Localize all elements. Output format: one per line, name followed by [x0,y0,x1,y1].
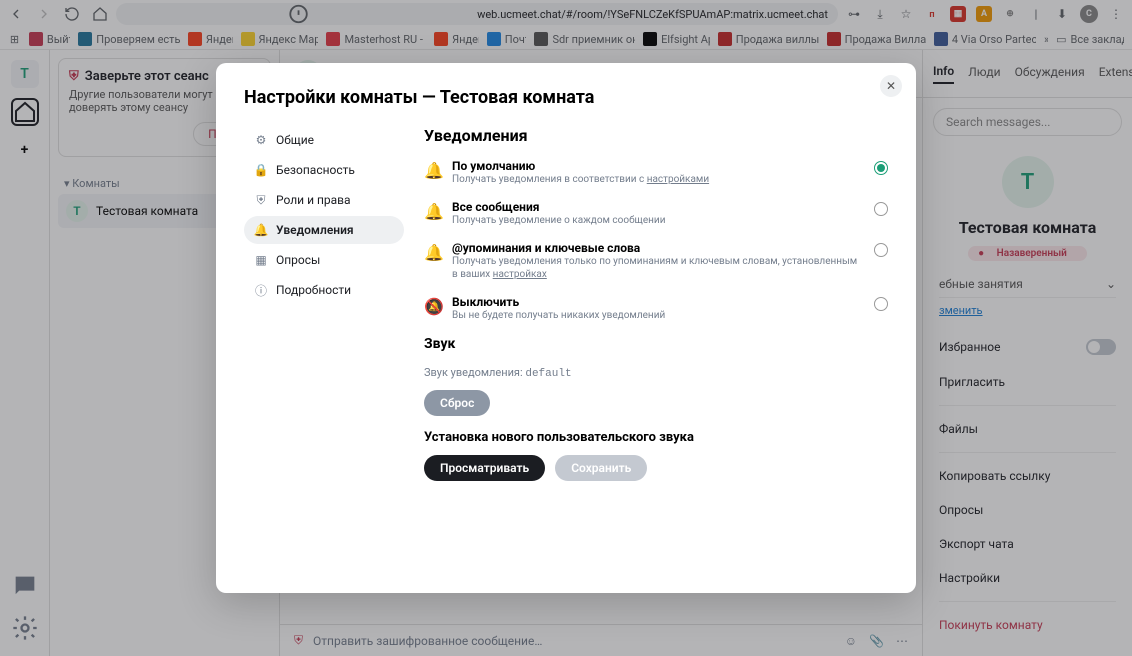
notif-option-off[interactable]: 🔕 Выключить Вы не будете получать никаки… [424,295,888,322]
option-desc: Получать уведомления только по упоминани… [452,255,864,281]
modal-title: Настройки комнаты — Тестовая комната [244,87,888,108]
option-title: Все сообщения [452,200,864,214]
gear-icon: ⚙ [254,133,268,147]
notif-option-mentions[interactable]: 🔔 @упоминания и ключевые слова Получать … [424,241,888,281]
option-desc: Получать уведомления в соответствии с на… [452,173,864,186]
bell-dot-icon: 🔔 [424,243,442,262]
bell-off-icon: 🔕 [424,297,442,316]
option-title: @упоминания и ключевые слова [452,241,864,255]
nav-security[interactable]: 🔒Безопасность [244,156,404,184]
browse-button[interactable]: Просматривать [424,455,545,481]
notif-option-default[interactable]: 🔔 По умолчанию Получать уведомления в со… [424,159,888,186]
close-icon[interactable]: ✕ [880,75,902,97]
option-desc: Получать уведомление о каждом сообщении [452,214,864,227]
bell-icon: 🔔 [424,161,442,180]
radio-off[interactable] [874,297,888,311]
option-title: Выключить [452,295,864,309]
custom-sound-heading: Установка нового пользовательского звука [424,430,888,445]
shield-icon: ⛨ [254,193,268,207]
info-icon: ⓘ [254,283,268,297]
nav-notifications[interactable]: 🔔Уведомления [244,216,404,244]
radio-all[interactable] [874,202,888,216]
option-title: По умолчанию [452,159,864,173]
notif-option-all[interactable]: 🔔 Все сообщения Получать уведомление о к… [424,200,888,227]
room-settings-modal: ✕ Настройки комнаты — Тестовая комната ⚙… [216,63,916,593]
modal-nav: ⚙Общие 🔒Безопасность ⛨Роли и права 🔔Увед… [244,126,404,569]
save-button[interactable]: Сохранить [555,455,647,481]
nav-polls[interactable]: ▦Опросы [244,246,404,274]
lock-icon: 🔒 [254,163,268,177]
sound-heading: Звук [424,336,888,352]
radio-mentions[interactable] [874,243,888,257]
settings-link[interactable]: настройками [647,174,709,185]
notifications-heading: Уведомления [424,126,888,145]
option-desc: Вы не будете получать никаких уведомлени… [452,309,864,322]
modal-overlay[interactable]: ✕ Настройки комнаты — Тестовая комната ⚙… [0,0,1132,656]
nav-general[interactable]: ⚙Общие [244,126,404,154]
settings-link[interactable]: настройках [493,269,547,280]
bell-icon: 🔔 [254,223,268,237]
poll-icon: ▦ [254,253,268,267]
modal-content: Уведомления 🔔 По умолчанию Получать увед… [404,126,888,569]
reset-button[interactable]: Сброс [424,390,490,416]
nav-roles[interactable]: ⛨Роли и права [244,186,404,214]
nav-details[interactable]: ⓘПодробности [244,276,404,304]
bell-ring-icon: 🔔 [424,202,442,221]
radio-default[interactable] [874,161,888,175]
sound-label: Звук уведомления: default [424,366,888,380]
